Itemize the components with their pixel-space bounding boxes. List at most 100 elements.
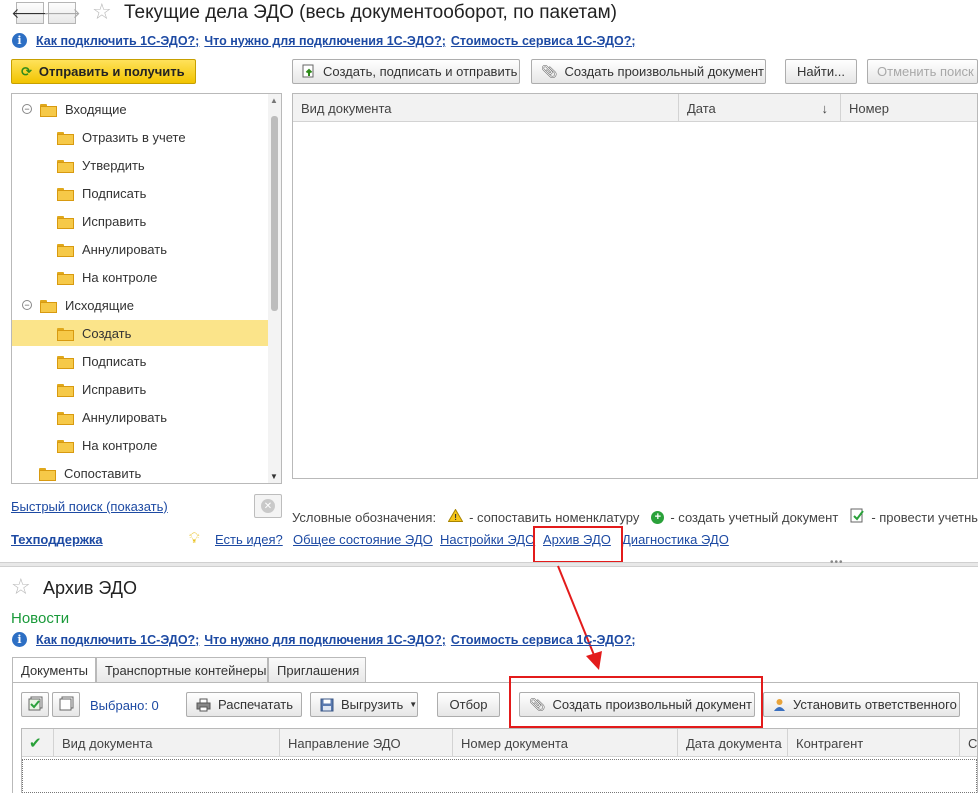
how-to-connect-link[interactable]: Как подключить 1С-ЭДО?;	[36, 633, 199, 647]
find-button[interactable]: Найти...	[785, 59, 857, 84]
tree-item-sign-outgoing[interactable]: Подписать	[57, 348, 146, 374]
tree-label: Исправить	[82, 213, 147, 229]
what-needed-link[interactable]: Что нужно для подключения 1С-ЭДО?;	[204, 34, 446, 48]
archive-info-links: i Как подключить 1С-ЭДО?; Что нужно для …	[12, 632, 636, 647]
back-button[interactable]: 🡐	[11, 2, 49, 24]
scroll-up-icon[interactable]: ▲	[270, 96, 278, 105]
column-extra[interactable]: С	[960, 729, 978, 757]
column-doc-type[interactable]: Вид документа	[293, 94, 679, 122]
column-counterparty[interactable]: Контрагент	[788, 729, 960, 757]
folder-icon	[57, 271, 74, 285]
column-label: Номер документа	[461, 735, 569, 751]
cancel-search-label: Отменить поиск	[877, 64, 974, 79]
set-responsible-button[interactable]: Установить ответственного	[763, 692, 960, 717]
export-button[interactable]: Выгрузить ▼	[310, 692, 418, 717]
scroll-down-icon[interactable]: ▼	[270, 472, 278, 481]
tree-item-match[interactable]: Сопоставить	[39, 460, 141, 483]
column-doc-number[interactable]: Номер документа	[453, 729, 678, 757]
tree-label: Утвердить	[82, 157, 145, 173]
tab-label: Документы	[21, 662, 89, 678]
lightbulb-icon: 💡︎	[189, 530, 200, 547]
tab-invitations[interactable]: Приглашения	[268, 657, 366, 683]
how-to-connect-link[interactable]: Как подключить 1С-ЭДО?;	[36, 34, 199, 48]
check-all-button[interactable]	[21, 692, 49, 717]
svg-text:!: !	[454, 513, 457, 522]
documents-grid[interactable]: Вид документа Дата ↓ Номер	[292, 93, 978, 479]
create-arbitrary-document-button[interactable]: 📎︎ Создать произвольный документ	[531, 59, 766, 84]
tree-item-fix-incoming[interactable]: Исправить	[57, 208, 146, 234]
arrow-right-icon: 🡒	[43, 4, 81, 21]
folder-icon	[57, 327, 74, 341]
document-tree: − Входящие Отразить в учете Утвердить По…	[11, 93, 282, 484]
column-direction[interactable]: Направление ЭДО	[280, 729, 453, 757]
column-label: Вид документа	[301, 100, 392, 116]
folder-icon	[57, 131, 74, 145]
tree-label: На контроле	[82, 437, 158, 453]
tree-item-sign-incoming[interactable]: Подписать	[57, 180, 146, 206]
print-button[interactable]: Распечатать	[186, 692, 302, 717]
tree-label: Подписать	[82, 353, 147, 369]
cancel-search-button[interactable]: Отменить поиск	[867, 59, 978, 84]
edo-status-link[interactable]: Общее состояние ЭДО	[293, 532, 433, 547]
panel-splitter[interactable]: •••	[0, 557, 978, 568]
forward-button[interactable]: 🡒	[43, 2, 81, 24]
idea-link[interactable]: Есть идея?	[215, 532, 283, 547]
favorite-star-icon[interactable]: ☆	[11, 576, 31, 598]
tab-label: Транспортные контейнеры	[105, 662, 267, 678]
refresh-icon: ⟳	[21, 63, 32, 79]
tree-label: Исходящие	[65, 297, 134, 313]
legend-label: Условные обозначения:	[292, 509, 437, 525]
tree-scrollbar[interactable]: ▲ ▼	[268, 94, 281, 483]
tree-group-outgoing[interactable]: − Исходящие	[22, 292, 134, 318]
tree-item-annul-incoming[interactable]: Аннулировать	[57, 236, 167, 262]
clear-search-button[interactable]: ✕	[254, 494, 282, 518]
column-label: Вид документа	[62, 735, 153, 751]
tree-group-incoming[interactable]: − Входящие	[22, 96, 127, 122]
column-date[interactable]: Дата ↓	[679, 94, 841, 122]
dropdown-arrow-icon: ▼	[409, 700, 418, 709]
column-number[interactable]: Номер	[841, 94, 978, 122]
selected-count: Выбрано: 0	[90, 698, 159, 713]
tree-item-control-incoming[interactable]: На контроле	[57, 264, 157, 290]
tree-label: На контроле	[82, 269, 158, 285]
what-needed-link[interactable]: Что нужно для подключения 1С-ЭДО?;	[204, 633, 446, 647]
tab-documents[interactable]: Документы	[12, 657, 96, 683]
support-link[interactable]: Техподдержка	[11, 532, 103, 547]
edo-diagnostics-link[interactable]: Диагностика ЭДО	[622, 532, 729, 547]
red-arrow-icon	[557, 565, 602, 670]
folder-icon	[57, 243, 74, 257]
uncheck-all-button[interactable]	[52, 692, 80, 717]
folder-icon	[57, 355, 74, 369]
column-doc-date[interactable]: Дата документа	[678, 729, 788, 757]
service-cost-link[interactable]: Стоимость сервиса 1С-ЭДО?;	[451, 34, 636, 48]
table-row[interactable]	[22, 759, 977, 793]
send-receive-button[interactable]: ⟳ Отправить и получить	[11, 59, 196, 84]
tree-item-control-outgoing[interactable]: На контроле	[57, 432, 157, 458]
tree-item-create[interactable]: Создать	[12, 320, 268, 346]
quick-search-link[interactable]: Быстрый поиск (показать)	[11, 499, 168, 514]
edo-settings-link[interactable]: Настройки ЭДО	[440, 532, 535, 547]
tree-item-approve[interactable]: Утвердить	[57, 152, 145, 178]
collapse-icon[interactable]: −	[22, 104, 32, 114]
column-doc-type[interactable]: Вид документа	[54, 729, 280, 757]
tab-transport-containers[interactable]: Транспортные контейнеры	[96, 657, 268, 683]
scroll-thumb[interactable]	[271, 116, 278, 311]
column-label: Контрагент	[796, 735, 864, 751]
archive-grid[interactable]: ✔ Вид документа Направление ЭДО Номер до…	[21, 728, 978, 793]
service-cost-link[interactable]: Стоимость сервиса 1С-ЭДО?;	[451, 633, 636, 647]
column-check[interactable]: ✔	[22, 729, 54, 757]
create-sign-send-button[interactable]: Создать, подписать и отправить	[292, 59, 520, 84]
tree-item-reflect[interactable]: Отразить в учете	[57, 124, 186, 150]
favorite-star-icon[interactable]: ☆	[92, 1, 112, 23]
news-label[interactable]: Новости	[11, 610, 69, 627]
tree-label: Аннулировать	[82, 241, 167, 257]
tree-item-annul-outgoing[interactable]: Аннулировать	[57, 404, 167, 430]
user-icon	[773, 698, 786, 712]
collapse-icon[interactable]: −	[22, 300, 32, 310]
tree-label: Подписать	[82, 185, 147, 201]
column-label: Номер	[849, 100, 890, 116]
tree-label: Отразить в учете	[82, 129, 186, 145]
filter-button[interactable]: Отбор	[437, 692, 500, 717]
warning-icon: !	[447, 508, 464, 525]
tree-item-fix-outgoing[interactable]: Исправить	[57, 376, 146, 402]
